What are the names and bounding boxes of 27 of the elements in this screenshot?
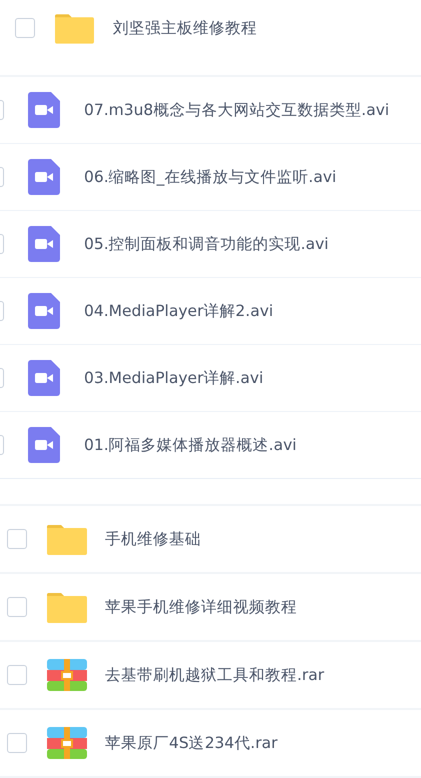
folder-icon bbox=[47, 523, 87, 555]
file-name[interactable]: 刘坚强主板维修教程 bbox=[113, 18, 257, 38]
video-file-icon bbox=[28, 226, 60, 262]
file-name[interactable]: 07.m3u8概念与各大网站交互数据类型.avi bbox=[84, 100, 390, 120]
checkbox[interactable] bbox=[7, 529, 27, 549]
file-name[interactable]: 06.缩略图_在线播放与文件监听.avi bbox=[84, 166, 336, 188]
video-file-icon bbox=[28, 360, 60, 396]
checkbox[interactable] bbox=[7, 665, 27, 685]
file-name[interactable]: 04.MediaPlayer详解2.avi bbox=[84, 300, 274, 322]
archive-icon bbox=[47, 727, 87, 759]
file-name[interactable]: 去基带刷机越狱工具和教程.rar bbox=[105, 664, 324, 686]
checkbox[interactable] bbox=[7, 733, 27, 753]
file-name[interactable]: 手机维修基础 bbox=[105, 528, 201, 550]
checkbox[interactable] bbox=[15, 18, 35, 38]
file-name[interactable]: 苹果原厂4S送234代.rar bbox=[105, 732, 278, 754]
video-file-icon bbox=[28, 159, 60, 195]
folder-icon bbox=[55, 12, 94, 44]
checkbox[interactable] bbox=[7, 597, 27, 617]
archive-icon bbox=[47, 659, 87, 691]
video-file-icon bbox=[28, 427, 60, 463]
folder-icon bbox=[47, 591, 87, 623]
file-name[interactable]: 01.阿福多媒体播放器概述.avi bbox=[84, 434, 297, 456]
file-name[interactable]: 苹果手机维修详细视频教程 bbox=[105, 596, 297, 618]
file-name[interactable]: 05.控制面板和调音功能的实现.avi bbox=[84, 234, 329, 254]
video-file-icon bbox=[28, 293, 60, 329]
file-name[interactable]: 03.MediaPlayer详解.avi bbox=[84, 368, 264, 388]
video-file-icon bbox=[28, 92, 60, 128]
